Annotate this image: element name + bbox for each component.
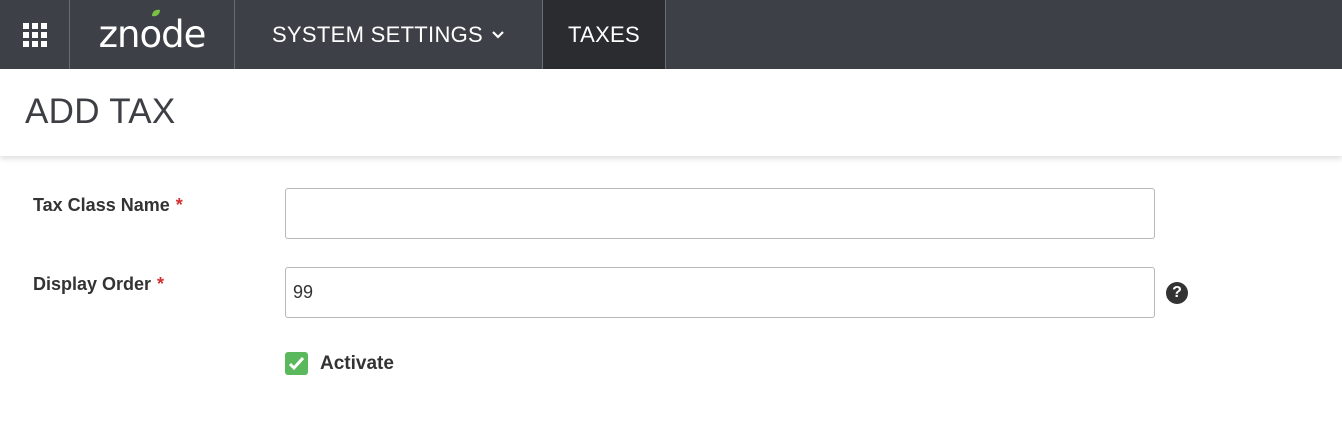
logo-text: znode — [99, 9, 206, 53]
grid-icon — [22, 22, 47, 47]
leaf-icon — [151, 9, 160, 17]
checkmark-icon — [288, 356, 305, 371]
top-navigation-bar: znode SYSTEM SETTINGS TAXES — [0, 0, 1342, 69]
page-title: ADD TAX — [25, 92, 176, 131]
logo[interactable]: znode — [70, 0, 235, 69]
tax-class-name-input[interactable] — [285, 188, 1155, 239]
chevron-down-icon — [492, 30, 504, 39]
tab-taxes[interactable]: TAXES — [543, 0, 666, 69]
taxes-tab-label: TAXES — [567, 21, 640, 47]
page-header: ADD TAX — [0, 69, 1342, 156]
system-settings-label: SYSTEM SETTINGS — [271, 21, 484, 47]
display-order-input[interactable] — [285, 267, 1155, 318]
activate-label: Activate — [320, 353, 394, 374]
display-order-label: Display Order * — [33, 274, 165, 294]
help-icon[interactable]: ? — [1166, 282, 1188, 304]
tax-class-name-label: Tax Class Name * — [33, 195, 183, 215]
required-marker: * — [157, 274, 165, 294]
add-tax-form: Tax Class Name* Display Order* ? Activat… — [0, 156, 1342, 430]
system-settings-menu[interactable]: SYSTEM SETTINGS — [235, 0, 543, 69]
required-marker: * — [175, 195, 183, 215]
app-launcher-button[interactable] — [0, 0, 70, 69]
activate-checkbox[interactable] — [285, 352, 308, 375]
